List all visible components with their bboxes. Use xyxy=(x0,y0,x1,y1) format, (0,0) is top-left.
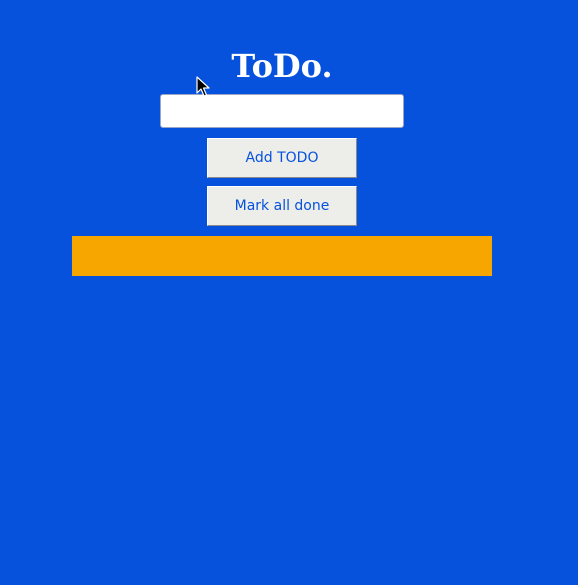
mark-all-done-button[interactable]: Mark all done xyxy=(207,186,357,226)
mouse-pointer-icon xyxy=(196,76,210,97)
add-todo-button[interactable]: Add TODO xyxy=(207,138,357,178)
todo-input[interactable] xyxy=(160,94,404,128)
todo-list xyxy=(72,236,492,276)
app-title: ToDo. xyxy=(231,47,333,85)
